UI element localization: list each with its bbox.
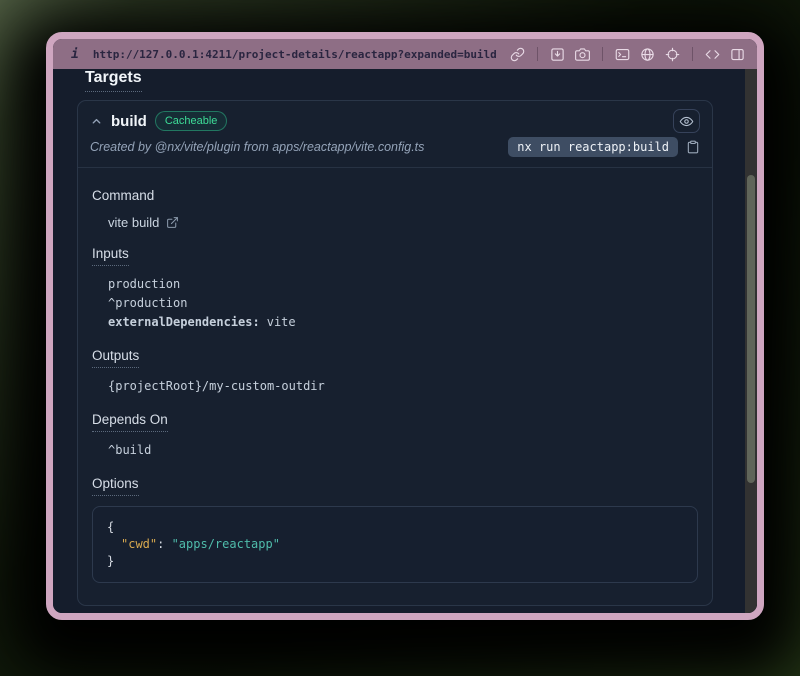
output-item: {projectRoot}/my-custom-outdir [108, 377, 698, 396]
info-icon: i [71, 47, 79, 62]
project-details-page: Targets build Cacheable Created by @nx/v… [53, 69, 757, 613]
command-heading: Command [92, 188, 154, 203]
input-key: externalDependencies: [108, 315, 260, 329]
command-value-row: vite build [108, 215, 698, 230]
vertical-scrollbar[interactable] [745, 69, 757, 613]
copy-icon [686, 140, 700, 154]
link-icon[interactable] [510, 47, 525, 62]
depends-on-heading: Depends On [92, 412, 168, 432]
input-item: externalDependencies: vite [108, 313, 698, 332]
chevron-up-icon[interactable] [90, 115, 103, 128]
globe-icon[interactable] [640, 47, 655, 62]
split-view-icon[interactable] [730, 47, 745, 62]
targets-heading: Targets [85, 69, 142, 92]
json-value: "apps/reactapp" [172, 537, 280, 551]
address-bar[interactable]: http://127.0.0.1:4211/project-details/re… [93, 48, 497, 61]
json-key: "cwd" [121, 537, 157, 551]
eye-icon [679, 114, 694, 129]
json-line: { [107, 519, 683, 536]
build-target-card: build Cacheable Created by @nx/vite/plug… [77, 100, 713, 606]
input-item: ^production [108, 294, 698, 313]
build-target-details: Command vite build Inputs production ^pr… [78, 168, 712, 605]
created-by-text: Created by @nx/vite/plugin from apps/rea… [90, 140, 424, 154]
copy-command-button[interactable] [686, 140, 700, 154]
run-command-chip: nx run reactapp:build [508, 137, 678, 157]
browser-window: i http://127.0.0.1:4211/project-details/… [46, 32, 764, 620]
terminal-icon[interactable] [615, 47, 630, 62]
titlebar-actions [510, 47, 745, 62]
titlebar-separator [692, 47, 693, 61]
options-heading: Options [92, 476, 139, 496]
crosshair-icon[interactable] [665, 47, 680, 62]
depends-on-list: ^build [108, 441, 698, 460]
command-value: vite build [108, 215, 159, 230]
browser-titlebar: i http://127.0.0.1:4211/project-details/… [53, 39, 757, 69]
depends-on-item: ^build [108, 441, 698, 460]
titlebar-separator [537, 47, 538, 61]
scrollbar-thumb[interactable] [747, 175, 755, 483]
view-target-graph-button[interactable] [673, 109, 700, 133]
json-line: "cwd": "apps/reactapp" [107, 536, 683, 553]
titlebar-separator [602, 47, 603, 61]
options-json-viewer: { "cwd": "apps/reactapp" } [92, 506, 698, 583]
inputs-list: production ^production externalDependenc… [108, 275, 698, 332]
build-target-subheader: Created by @nx/vite/plugin from apps/rea… [78, 133, 712, 167]
build-target-header[interactable]: build Cacheable [78, 101, 712, 133]
input-item: production [108, 275, 698, 294]
inputs-heading: Inputs [92, 246, 129, 266]
download-icon[interactable] [550, 47, 565, 62]
input-value: vite [267, 315, 296, 329]
json-line: } [107, 553, 683, 570]
cacheable-badge: Cacheable [155, 111, 228, 131]
target-name: build [111, 113, 147, 130]
camera-icon[interactable] [575, 47, 590, 62]
code-icon[interactable] [705, 47, 720, 62]
outputs-list: {projectRoot}/my-custom-outdir [108, 377, 698, 396]
external-link-icon[interactable] [166, 216, 179, 229]
outputs-heading: Outputs [92, 348, 139, 368]
